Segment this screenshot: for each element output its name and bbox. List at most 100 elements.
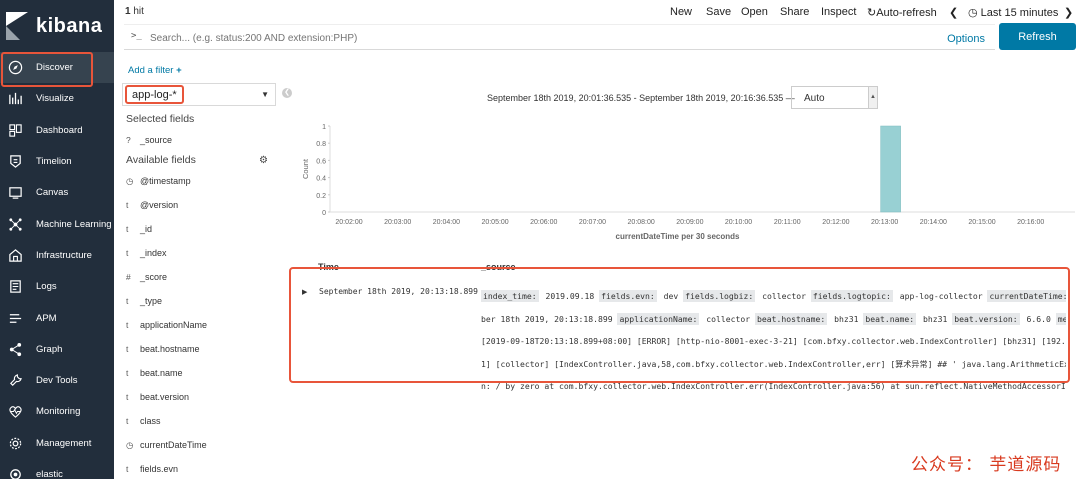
sidebar-item-graph[interactable]: Graph <box>0 334 114 365</box>
sidebar-item-machine-learning[interactable]: Machine Learning <box>0 208 114 239</box>
chevron-left-icon: ❮ <box>949 7 959 19</box>
menu-new[interactable]: New <box>670 6 692 18</box>
field-item[interactable]: ? _source <box>126 135 172 145</box>
sidebar-item-label: Dev Tools <box>36 375 78 387</box>
x-tick-label: 20:12:00 <box>822 219 849 226</box>
string-type-icon: t <box>126 320 129 330</box>
string-type-icon: t <box>126 248 129 258</box>
document-source: index_time: 2019.09.18 fields.evn: dev f… <box>481 285 1066 398</box>
source-field-value: 1] [collector] [IndexController.java,58,… <box>481 358 1066 369</box>
histogram-bar[interactable] <box>880 125 901 213</box>
field-item[interactable]: t class <box>126 416 161 426</box>
refresh-button[interactable]: Refresh <box>999 23 1076 50</box>
expand-row-icon[interactable]: ▶ <box>302 288 307 296</box>
chevron-right-icon: ❯ <box>1064 7 1074 19</box>
menu-save[interactable]: Save <box>706 6 731 18</box>
field-item[interactable]: t _id <box>126 224 152 234</box>
menu-inspect[interactable]: Inspect <box>821 6 856 18</box>
sidebar-item-apm[interactable]: APM <box>0 302 114 333</box>
time-next-button[interactable]: ❯ <box>1064 6 1073 19</box>
sidebar-item-label: Management <box>36 437 92 449</box>
sidebar-item-dev-tools[interactable]: Dev Tools <box>0 365 114 396</box>
sidebar-item-management[interactable]: Management <box>0 428 114 459</box>
field-item[interactable]: t beat.hostname <box>126 344 200 354</box>
kibana-logo[interactable]: kibana <box>0 0 114 52</box>
sidebar-item-monitoring[interactable]: Monitoring <box>0 396 114 427</box>
field-item[interactable]: t _index <box>126 248 167 258</box>
string-type-icon: t <box>126 296 129 306</box>
field-item[interactable]: # _score <box>126 272 167 282</box>
field-item[interactable]: t @version <box>126 200 178 210</box>
sidebar-item-timelion[interactable]: Timelion <box>0 146 114 177</box>
sidebar-item-label: Machine Learning <box>36 218 112 230</box>
string-type-icon: t <box>126 416 129 426</box>
add-filter-link[interactable]: Add a filter + <box>128 65 182 76</box>
field-settings-gear-icon[interactable]: ⚙ <box>259 155 268 166</box>
string-type-icon: t <box>126 368 129 378</box>
field-name: _id <box>140 224 153 234</box>
sidebar-item-visualize[interactable]: Visualize <box>0 83 114 114</box>
field-name: beat.name <box>140 368 183 378</box>
x-tick-label: 20:05:00 <box>481 219 508 226</box>
y-tick-label: 0.8 <box>316 141 326 148</box>
sidebar-item-canvas[interactable]: Canvas <box>0 177 114 208</box>
x-tick-label: 20:08:00 <box>628 219 655 226</box>
sidebar-item-discover[interactable]: Discover <box>0 52 114 88</box>
string-type-icon: t <box>126 344 129 354</box>
top-menu-bar: 1 hit New Save Open Share Inspect ↻Auto-… <box>114 0 1080 24</box>
field-name: currentDateTime <box>140 440 207 450</box>
source-field-value: dev <box>658 291 684 301</box>
interval-value: Auto <box>804 93 825 104</box>
time-prev-button[interactable]: ❮ <box>949 6 958 19</box>
field-name: beat.version <box>140 392 190 402</box>
source-line: ber 18th 2019, 20:13:18.899 applicationN… <box>481 308 1066 331</box>
field-item[interactable]: t beat.name <box>126 368 183 378</box>
field-item[interactable]: t applicationName <box>126 320 207 330</box>
query-options-link[interactable]: Options <box>947 33 985 45</box>
machine-learning-icon <box>7 216 23 232</box>
source-field-key: index_time: <box>481 290 539 302</box>
field-name: _score <box>140 272 168 282</box>
monitoring-icon <box>7 404 23 420</box>
field-item[interactable]: t fields.evn <box>126 464 178 474</box>
menu-share[interactable]: Share <box>780 6 809 18</box>
sidebar-item-label: Graph <box>36 343 63 355</box>
string-type-icon: t <box>126 464 129 474</box>
field-item[interactable]: t beat.version <box>126 392 189 402</box>
infrastructure-icon <box>7 247 23 263</box>
field-name: _source <box>140 135 173 145</box>
x-tick-label: 20:04:00 <box>433 219 460 226</box>
histogram-chart[interactable]: 0 0.2 0.4 0.6 0.8 1 20:02:00 20:03:00 20:04:00 20… <box>290 116 1080 246</box>
nav-list: Discover Visualize Dashboard Timelion Canvas… <box>0 52 114 479</box>
index-pattern-select[interactable]: app-log-* ▼ <box>122 83 276 106</box>
collapse-sidebar-icon[interactable]: ❮ <box>282 88 292 98</box>
field-item[interactable]: ◷ currentDateTime <box>126 440 207 451</box>
source-field-value: [2019-09-18T20:13:18.899+08:00] [ERROR] … <box>481 336 1066 346</box>
number-type-icon: # <box>126 272 131 282</box>
search-input[interactable] <box>150 29 930 47</box>
sidebar-item-elastic[interactable]: elastic <box>0 459 114 479</box>
y-axis-label: Count <box>301 158 310 179</box>
source-field-value: bhz31 <box>918 313 953 324</box>
sidebar-item-label: Logs <box>36 281 57 293</box>
x-tick-label: 20:13:00 <box>871 219 898 226</box>
time-picker[interactable]: ◷ Last 15 minutes <box>968 6 1058 19</box>
field-item[interactable]: t _type <box>126 296 162 306</box>
sidebar-item-infrastructure[interactable]: Infrastructure <box>0 240 114 271</box>
string-type-icon: t <box>126 392 129 402</box>
field-item[interactable]: ◷ @timestamp <box>126 176 191 187</box>
sidebar-item-label: Timelion <box>36 156 72 168</box>
compass-icon <box>7 60 23 76</box>
x-tick-label: 20:10:00 <box>725 219 752 226</box>
field-name: class <box>140 416 161 426</box>
menu-open[interactable]: Open <box>741 6 768 18</box>
source-line: 1] [collector] [IndexController.java,58,… <box>481 353 1066 376</box>
sidebar-item-dashboard[interactable]: Dashboard <box>0 115 114 146</box>
interval-select[interactable]: Auto ▲ <box>791 86 878 109</box>
sidebar-item-logs[interactable]: Logs <box>0 271 114 302</box>
auto-refresh-button[interactable]: ↻Auto-refresh <box>867 6 937 19</box>
y-tick-label: 0 <box>322 210 326 217</box>
source-field-key: fields.logtopic: <box>810 290 893 302</box>
source-field-value: 6.6.0 <box>1021 313 1056 324</box>
source-field-key: fields.logbiz: <box>683 290 756 302</box>
